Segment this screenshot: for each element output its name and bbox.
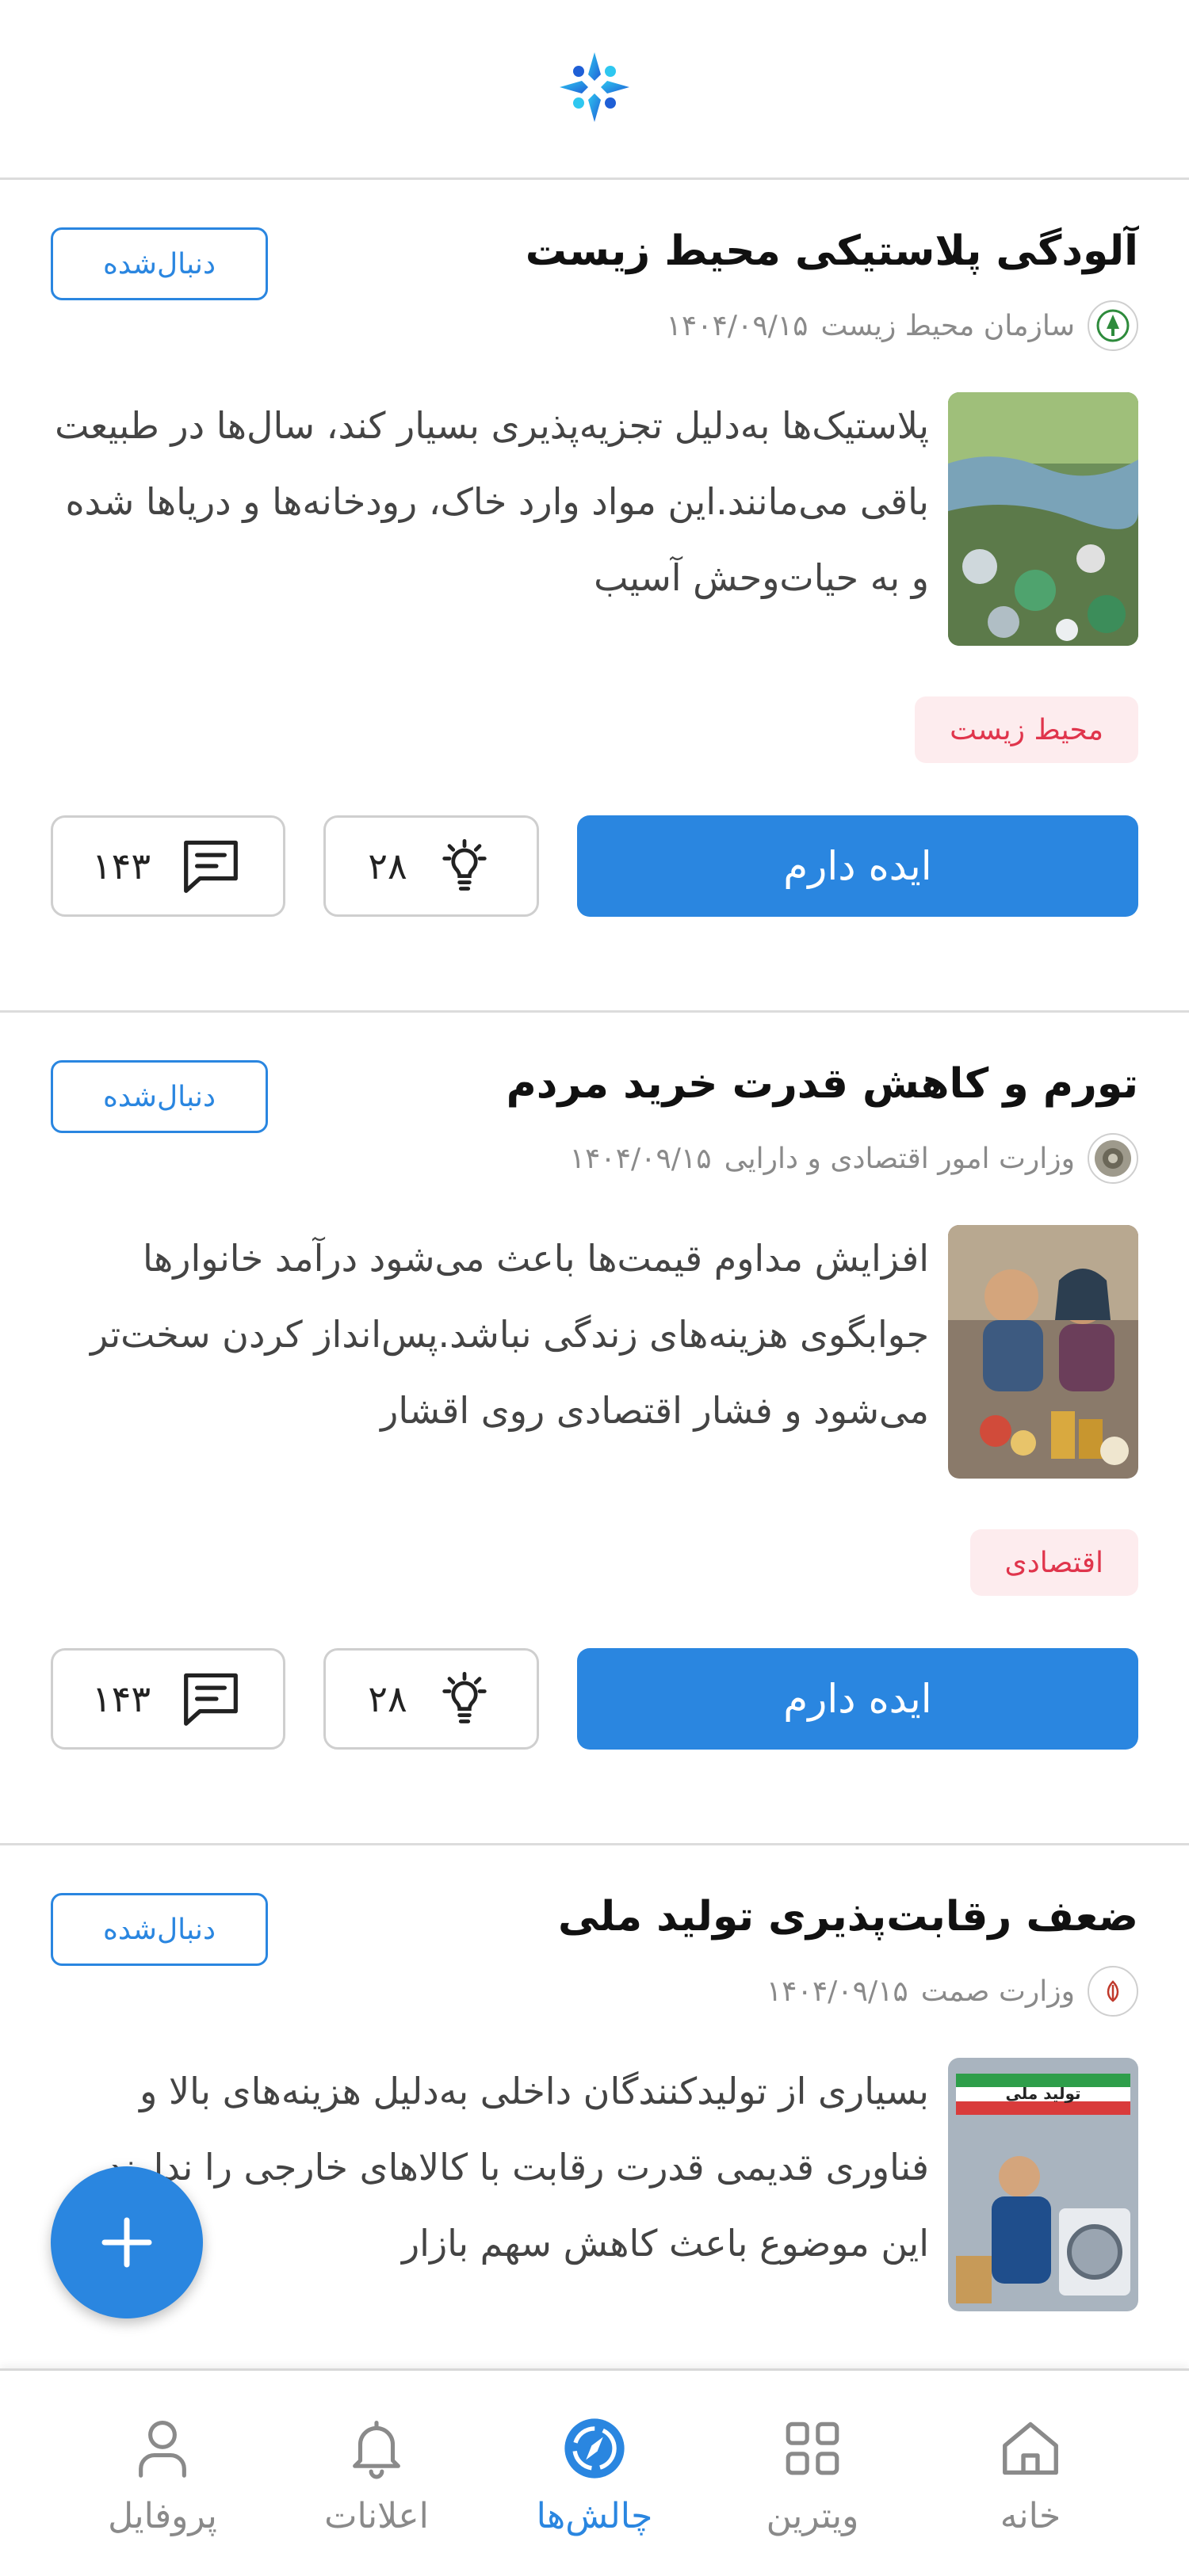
category-tag[interactable]: اقتصادی — [969, 1529, 1138, 1596]
challenge-description: افزایش مداوم قیمت‌ها باعث می‌شود درآمد خ… — [90, 1237, 929, 1432]
challenge-feed[interactable]: دنبال‌شده آلودگی پلاستیکی محیط زیست سازم… — [0, 180, 1189, 2368]
user-icon — [124, 2410, 201, 2486]
comments-count: ۱۴۳ — [91, 845, 151, 887]
org-logo-icon — [1088, 1133, 1138, 1184]
nav-label-notifications: اعلانات — [324, 2496, 429, 2536]
grid-icon — [774, 2410, 851, 2486]
comments-count-button[interactable]: ۱۴۳ — [51, 815, 285, 917]
post-date: ۱۴۰۴/۰۹/۱۵ — [569, 1142, 712, 1175]
image-banner-text: تولید ملی — [1005, 2084, 1080, 2103]
comments-count: ۱۴۳ — [91, 1677, 151, 1720]
nav-item-notifications[interactable]: اعلانات — [258, 2371, 495, 2576]
challenge-title[interactable]: ضعف رقابت‌پذیری تولید ملی — [558, 1893, 1138, 1941]
have-idea-button[interactable]: ایده دارم — [577, 1648, 1138, 1750]
challenge-description: پلاستیک‌ها به‌دلیل تجزیه‌پذیری بسیار کند… — [55, 404, 929, 599]
org-name: سازمان محیط زیست — [820, 309, 1075, 342]
org-name: وزارت صمت — [920, 1975, 1075, 2008]
ideas-count: ۲۸ — [368, 845, 407, 887]
ideas-count: ۲۸ — [368, 1677, 407, 1720]
lightbulb-icon — [442, 1671, 487, 1723]
home-icon — [992, 2410, 1069, 2486]
follow-button[interactable]: دنبال‌شده — [51, 1893, 268, 1966]
challenge-image — [948, 392, 1138, 646]
app-header — [0, 0, 1189, 180]
comments-count-button[interactable]: ۱۴۳ — [51, 1648, 285, 1750]
challenge-meta: وزارت صمت ۱۴۰۴/۰۹/۱۵ — [767, 1966, 1138, 2017]
post-date: ۱۴۰۴/۰۹/۱۵ — [666, 309, 809, 342]
ideas-count-button[interactable]: ۲۸ — [323, 1648, 539, 1750]
nav-label-home: خانه — [1000, 2496, 1061, 2536]
challenge-image — [948, 1225, 1138, 1479]
challenge-image: تولید ملی — [948, 2058, 1138, 2311]
org-logo-icon — [1088, 300, 1138, 351]
follow-button[interactable]: دنبال‌شده — [51, 227, 268, 300]
nav-label-profile: پروفایل — [108, 2496, 217, 2536]
nav-label-challenges: چالش‌ها — [536, 2496, 653, 2536]
nav-label-showcase: ویترین — [766, 2496, 859, 2536]
challenge-title[interactable]: تورم و کاهش قدرت خرید مردم — [507, 1060, 1138, 1108]
category-tag[interactable]: محیط زیست — [915, 696, 1138, 763]
challenge-card[interactable]: دنبال‌شده آلودگی پلاستیکی محیط زیست سازم… — [0, 180, 1189, 1013]
bottom-navigation: خانه ویترین چالش‌ها اعلانا — [0, 2368, 1189, 2576]
bell-icon — [338, 2410, 415, 2486]
challenge-card[interactable]: دنبال‌شده تورم و کاهش قدرت خرید مردم وزا… — [0, 1013, 1189, 1845]
nav-item-home[interactable]: خانه — [912, 2371, 1149, 2576]
lightbulb-icon — [442, 838, 487, 891]
org-logo-icon — [1088, 1966, 1138, 2017]
plus-icon — [101, 2217, 152, 2268]
have-idea-button[interactable]: ایده دارم — [577, 815, 1138, 917]
challenge-meta: سازمان محیط زیست ۱۴۰۴/۰۹/۱۵ — [667, 300, 1138, 351]
nav-item-showcase[interactable]: ویترین — [694, 2371, 931, 2576]
challenge-title[interactable]: آلودگی پلاستیکی محیط زیست — [526, 227, 1138, 275]
comment-icon — [184, 840, 238, 893]
org-name: وزارت امور اقتصادی و دارایی — [724, 1142, 1075, 1175]
nav-item-profile[interactable]: پروفایل — [44, 2371, 281, 2576]
nav-item-challenges[interactable]: چالش‌ها — [476, 2371, 713, 2576]
app-logo-icon — [560, 52, 629, 122]
ideas-count-button[interactable]: ۲۸ — [323, 815, 539, 917]
add-challenge-button[interactable] — [51, 2166, 203, 2318]
compass-icon — [556, 2410, 633, 2486]
challenge-meta: وزارت امور اقتصادی و دارایی ۱۴۰۴/۰۹/۱۵ — [570, 1133, 1138, 1184]
post-date: ۱۴۰۴/۰۹/۱۵ — [766, 1975, 908, 2008]
comment-icon — [184, 1673, 238, 1726]
follow-button[interactable]: دنبال‌شده — [51, 1060, 268, 1133]
